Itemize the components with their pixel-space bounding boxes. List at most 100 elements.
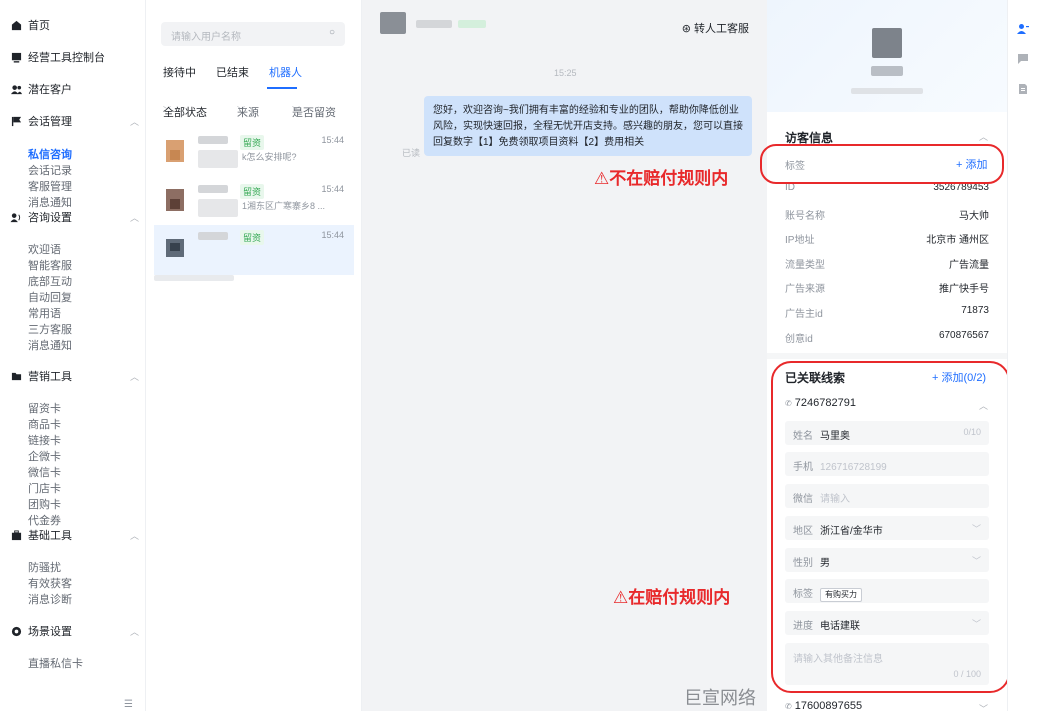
phone-icon: ✆	[785, 702, 792, 711]
blurred-name	[198, 136, 228, 144]
nav-group-card[interactable]: 团购卡	[28, 496, 86, 512]
menu-home[interactable]: 首页	[10, 17, 50, 33]
conversation-list-panel: 请输入用户名称 ○ 接待中 已结束 机器人 全部状态 ﹀ 来源 ﹀ 是否留资 ﹀…	[146, 0, 362, 711]
document-icon[interactable]	[1017, 83, 1029, 95]
menu-basic-tools-label: 基础工具	[28, 530, 72, 542]
info-row: 创意id 670876567	[785, 330, 989, 345]
menu-scene[interactable]: 场景设置 ︿	[10, 623, 139, 639]
clue-phone-row-2[interactable]: ✆ 17600897655	[785, 700, 862, 711]
nav-wecom-card[interactable]: 企微卡	[28, 448, 86, 464]
chevron-up-icon[interactable]: ︿	[130, 625, 139, 638]
tab-robot[interactable]: 机器人	[269, 64, 302, 80]
nav-message-notice[interactable]: 消息通知	[28, 194, 86, 210]
chevron-up-icon[interactable]: ︿	[130, 370, 139, 383]
chat-bubble-icon[interactable]	[1017, 53, 1029, 65]
blurred-preview	[198, 150, 238, 168]
nav-store-card[interactable]: 门店卡	[28, 480, 86, 496]
menu-consult-settings[interactable]: 咨询设置 ︿	[10, 209, 139, 225]
search-placeholder: 请输入用户名称	[171, 32, 241, 43]
nav-cs-mgmt[interactable]: 客服管理	[28, 178, 86, 194]
search-icon[interactable]: ○	[329, 27, 335, 38]
nav-wechat-card[interactable]: 微信卡	[28, 464, 86, 480]
filter-source[interactable]: 来源 ﹀	[237, 104, 259, 119]
session-subrow-2: 客服管理消息通知	[28, 178, 138, 210]
conversation-item[interactable]: 留资 15:44 1湘东区广寒寨乡8 ...	[154, 179, 354, 229]
menu-marketing-label: 营销工具	[28, 371, 72, 383]
blurred-preview	[198, 199, 238, 217]
visitor-info-panel: 访客信息 ︿ 标签 + 添加 ID 3526789453 账号名称 马大帅 IP地址…	[760, 0, 1010, 711]
read-status: 已读	[402, 148, 421, 158]
menu-consult-settings-label: 咨询设置	[28, 212, 72, 224]
warning-in-rules: ⚠在赔付规则内	[613, 588, 731, 607]
nav-smart-cs[interactable]: 智能客服	[28, 257, 86, 273]
avatar	[162, 233, 188, 259]
search-input[interactable]: 请输入用户名称 ○	[161, 22, 345, 46]
nav-anti-harass[interactable]: 防骚扰	[28, 559, 86, 575]
nav-private-message[interactable]: 私信咨询	[28, 146, 86, 162]
flag-icon	[10, 115, 22, 127]
nav-bottom-interact[interactable]: 底部互动	[28, 273, 86, 289]
nav-live-dm-card[interactable]: 直播私信卡	[28, 655, 118, 671]
nav-auto-reply[interactable]: 自动回复	[28, 289, 86, 305]
consult-subrow-2: 底部互动自动回复	[28, 273, 138, 305]
info-row: 广告来源 推广快手号	[785, 280, 989, 295]
conversation-item[interactable]: 留资 15:44 k怎么安排呢?	[154, 130, 354, 180]
info-key: 广告主id	[785, 309, 823, 320]
tab-receiving[interactable]: 接待中	[163, 64, 196, 80]
avatar	[162, 138, 188, 164]
highlight-oval-tag	[760, 144, 1004, 184]
filter-leads[interactable]: 是否留资 ﹀	[292, 104, 336, 119]
section-divider	[767, 353, 1007, 359]
conversation-preview: k怎么安排呢?	[242, 152, 297, 162]
chat-header: ⊛ 转人工客服	[362, 6, 767, 46]
warning-not-in-rules: ⚠不在赔付规则内	[594, 169, 729, 188]
nav-welcome[interactable]: 欢迎语	[28, 241, 86, 257]
info-key: 账号名称	[785, 211, 825, 222]
info-key: 流量类型	[785, 260, 825, 271]
transfer-icon: ⊛	[681, 23, 691, 35]
info-row: IP地址 北京市 通州区	[785, 231, 989, 246]
nav-msg-diagnosis[interactable]: 消息诊断	[28, 591, 86, 607]
consult-subrow-3: 常用语三方客服	[28, 305, 138, 337]
chevron-up-icon[interactable]: ︿	[130, 115, 139, 128]
scene-subrow-1: 直播私信卡	[28, 655, 138, 671]
consult-subrow-1: 欢迎语智能客服	[28, 241, 138, 273]
menu-leads-label: 潜在客户	[28, 84, 72, 96]
session-subrow-1: 私信咨询会话记录	[28, 146, 138, 178]
info-value: 670876567	[938, 330, 989, 341]
nav-third-party-cs[interactable]: 三方客服	[28, 321, 86, 337]
chevron-up-icon[interactable]: ︿	[130, 529, 139, 542]
transfer-to-human-button[interactable]: ⊛ 转人工客服	[682, 20, 749, 36]
menu-basic-tools[interactable]: 基础工具 ︿	[10, 527, 139, 543]
home-icon	[10, 19, 22, 31]
tab-ended[interactable]: 已结束	[216, 64, 249, 80]
sidebar: 首页 经营工具控制台 潜在客户 会话管理 ︿ 私信咨询会话记录 客服管理消息通知…	[0, 0, 146, 711]
basic-subrow-1: 防骚扰有效获客	[28, 559, 138, 591]
blurred-preview	[154, 275, 234, 281]
nav-session-record[interactable]: 会话记录	[28, 162, 86, 178]
chevron-down-icon[interactable]: ﹀	[979, 702, 988, 711]
chevron-up-icon[interactable]: ︿	[130, 211, 139, 224]
nav-common-phrases[interactable]: 常用语	[28, 305, 86, 321]
nav-voucher[interactable]: 代金券	[28, 512, 86, 528]
info-value: 推广快手号	[939, 284, 989, 295]
collapse-sidebar-icon[interactable]: ☰	[124, 699, 133, 710]
nav-consult-notice[interactable]: 消息通知	[28, 337, 86, 353]
leads-badge: 留资	[240, 135, 265, 150]
nav-effective-acq[interactable]: 有效获客	[28, 575, 86, 591]
blurred-name	[198, 185, 228, 193]
menu-console[interactable]: 经营工具控制台	[10, 49, 105, 65]
nav-leads-card[interactable]: 留资卡	[28, 400, 86, 416]
nav-link-card[interactable]: 链接卡	[28, 432, 86, 448]
info-row: 账号名称 马大帅	[785, 207, 989, 222]
user-add-icon[interactable]	[1017, 23, 1029, 35]
menu-leads[interactable]: 潜在客户	[10, 81, 72, 97]
chevron-up-icon[interactable]: ︿	[979, 130, 988, 143]
avatar	[162, 187, 188, 213]
nav-product-card[interactable]: 商品卡	[28, 416, 86, 432]
menu-session-mgmt[interactable]: 会话管理 ︿	[10, 113, 139, 129]
conversation-item-selected[interactable]: 留资 15:44	[154, 225, 354, 281]
filter-status[interactable]: 全部状态 ﹀	[163, 104, 207, 119]
filter-source-label: 来源	[237, 107, 259, 119]
menu-marketing[interactable]: 营销工具 ︿	[10, 368, 139, 384]
